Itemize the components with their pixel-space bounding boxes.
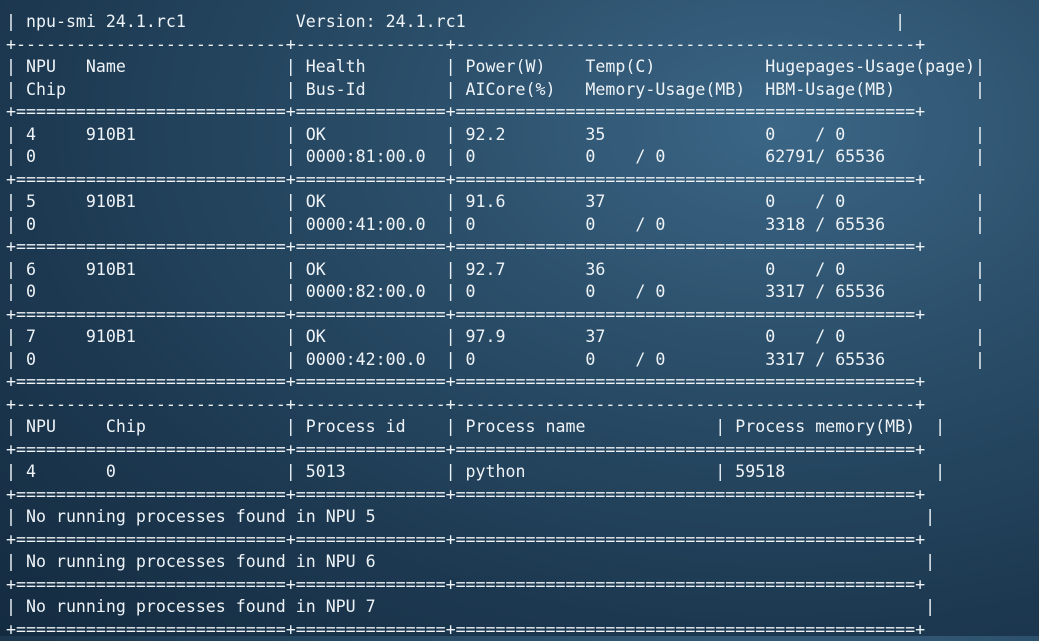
table-separator: +===========================+===========… — [6, 574, 985, 597]
terminal-line: | No running processes found in NPU 6 | — [6, 551, 985, 574]
terminal-line: | Chip | Bus-Id | AICore(%) Memory-Usage… — [6, 79, 985, 102]
terminal-line: | 0 | 0000:82:00.0 | 0 0 / 0 3317 / 6553… — [6, 281, 985, 304]
terminal-line: | npu-smi 24.1.rc1 Version: 24.1.rc1 | — [6, 11, 985, 34]
terminal-line: | 5 910B1 | OK | 91.6 37 0 / 0 | — [6, 191, 985, 214]
terminal-line: | 0 | 0000:81:00.0 | 0 0 / 0 62791/ 6553… — [6, 146, 985, 169]
table-separator: +===========================+===========… — [6, 484, 985, 507]
terminal-line: | 4 910B1 | OK | 92.2 35 0 / 0 | — [6, 124, 985, 147]
table-separator: +---------------------------+-----------… — [6, 394, 985, 417]
terminal-line: | 6 910B1 | OK | 92.7 36 0 / 0 | — [6, 259, 985, 282]
terminal-output[interactable]: | npu-smi 24.1.rc1 Version: 24.1.rc1 |+-… — [6, 11, 985, 641]
table-separator: +===========================+===========… — [6, 236, 985, 259]
terminal-line: | 4 0 | 5013 | python | 59518 | — [6, 461, 985, 484]
table-separator: +===========================+===========… — [6, 304, 985, 327]
table-separator: +===========================+===========… — [6, 169, 985, 192]
terminal-line: | 0 | 0000:41:00.0 | 0 0 / 0 3318 / 6553… — [6, 214, 985, 237]
terminal-line: | 0 | 0000:42:00.0 | 0 0 / 0 3317 / 6553… — [6, 349, 985, 372]
terminal-line: | No running processes found in NPU 7 | — [6, 596, 985, 619]
table-separator: +===========================+===========… — [6, 619, 985, 641]
table-separator: +===========================+===========… — [6, 101, 985, 124]
terminal-line: | No running processes found in NPU 5 | — [6, 506, 985, 529]
table-separator: +---------------------------+-----------… — [6, 34, 985, 57]
table-separator: +===========================+===========… — [6, 439, 985, 462]
terminal-line: | 7 910B1 | OK | 97.9 37 0 / 0 | — [6, 326, 985, 349]
table-separator: +===========================+===========… — [6, 371, 985, 394]
terminal-line: | NPU Name | Health | Power(W) Temp(C) H… — [6, 56, 985, 79]
table-separator: +===========================+===========… — [6, 529, 985, 552]
terminal-line: | NPU Chip | Process id | Process name |… — [6, 416, 985, 439]
